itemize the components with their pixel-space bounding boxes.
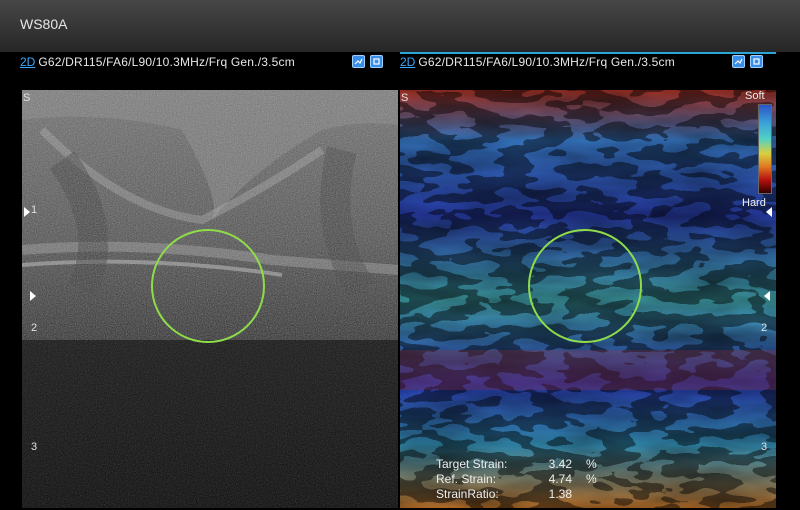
right-panel-header: 2D G62/DR115/FA6/L90/10.3MHz/Frq Gen./3.5… (400, 52, 776, 78)
left-depth-1: 1 (31, 204, 38, 216)
left-scale-label: S (23, 92, 31, 104)
strain-ratio-value: 1.38 (548, 487, 572, 501)
elasticity-colorbar (758, 104, 772, 194)
elastography-image[interactable] (400, 90, 776, 508)
left-mode-label[interactable]: 2D (20, 55, 35, 69)
target-strain-unit: % (586, 457, 597, 471)
probe-icon[interactable] (352, 55, 365, 68)
left-depth-3: 3 (31, 441, 38, 453)
device-model: WS80A (20, 16, 68, 32)
ref-strain-unit: % (586, 472, 597, 486)
strain-measurements: Target Strain: 3.42 % Ref. Strain: 4.74 … (436, 457, 616, 502)
target-strain-value: 3.42 (548, 457, 572, 471)
left-params: G62/DR115/FA6/L90/10.3MHz/Frq Gen./3.5cm (38, 55, 295, 69)
strain-ratio-label: StrainRatio: (436, 487, 499, 501)
settings-icon[interactable] (750, 55, 763, 68)
target-strain-row: Target Strain: 3.42 % (436, 457, 616, 472)
right-params: G62/DR115/FA6/L90/10.3MHz/Frq Gen./3.5cm (418, 55, 675, 69)
colorbar-hard-label: Hard (742, 197, 766, 209)
target-strain-label: Target Strain: (436, 457, 508, 471)
colorbar-soft-label: Soft (745, 90, 765, 102)
right-focus-marker[interactable] (766, 207, 772, 217)
left-depth-2: 2 (31, 322, 38, 334)
left-focus-marker-2[interactable] (30, 291, 36, 301)
right-depth-3: 3 (761, 441, 768, 453)
probe-icon[interactable] (732, 55, 745, 68)
left-focus-marker[interactable] (24, 207, 30, 217)
ref-strain-row: Ref. Strain: 4.74 % (436, 472, 616, 487)
strain-ratio-row: StrainRatio: 1.38 (436, 487, 616, 502)
right-focus-marker-2[interactable] (764, 291, 770, 301)
bmode-image[interactable] (22, 90, 398, 508)
left-panel-header: 2D G62/DR115/FA6/L90/10.3MHz/Frq Gen./3.5… (20, 52, 400, 76)
ref-strain-label: Ref. Strain: (436, 472, 497, 486)
ref-strain-value: 4.74 (548, 472, 572, 486)
settings-icon[interactable] (370, 55, 383, 68)
right-mode-label[interactable]: 2D (400, 55, 415, 69)
right-depth-2: 2 (761, 322, 768, 334)
right-scale-label: S (401, 92, 409, 104)
title-bar: WS80A (0, 0, 800, 52)
